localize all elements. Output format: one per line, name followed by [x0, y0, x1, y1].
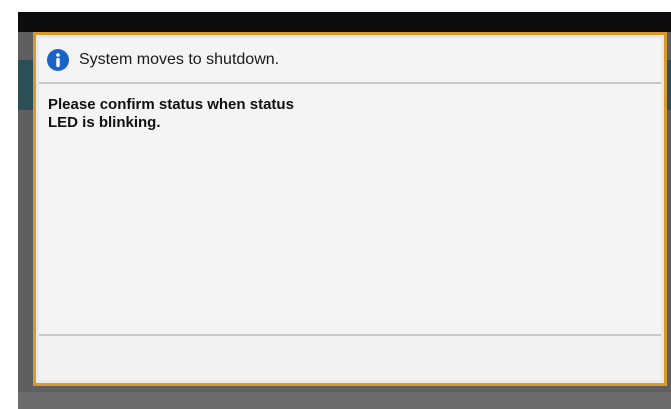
dialog-message: Please confirm status when status LED is… — [48, 96, 294, 131]
background-bottom-strip — [18, 392, 671, 409]
dialog-body: Please confirm status when status LED is… — [39, 84, 661, 334]
info-icon — [47, 49, 69, 71]
top-status-bar — [18, 12, 671, 32]
shutdown-dialog: System moves to shutdown. Please confirm… — [33, 32, 667, 386]
dialog-footer — [39, 336, 661, 380]
dialog-title: System moves to shutdown. — [79, 51, 280, 68]
dialog-header: System moves to shutdown. — [39, 38, 661, 82]
printer-panel-screen: System moves to shutdown. Please confirm… — [18, 12, 671, 409]
